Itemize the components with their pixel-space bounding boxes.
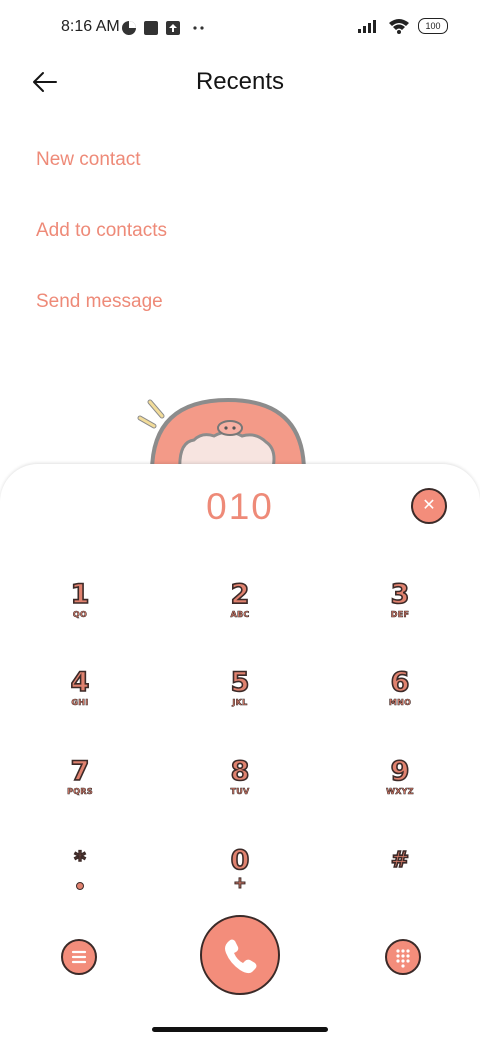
- key-digit: 6: [390, 667, 410, 699]
- key-2[interactable]: 2 ABC: [190, 579, 290, 652]
- key-letters: GHI: [71, 698, 89, 708]
- key-digit: 1: [70, 579, 90, 611]
- key-5[interactable]: 5 JKL: [190, 667, 290, 740]
- key-hash[interactable]: #: [350, 846, 450, 918]
- menu-button[interactable]: [61, 939, 97, 975]
- key-4[interactable]: 4 GHI: [30, 667, 130, 740]
- key-digit: 5: [230, 667, 250, 699]
- pig-illustration: [137, 397, 307, 472]
- key-digit: *: [73, 847, 86, 874]
- key-letters: TUV: [230, 787, 250, 797]
- dialed-number[interactable]: 010: [0, 486, 480, 528]
- wifi-icon: [389, 19, 409, 34]
- key-0[interactable]: 0 +: [190, 845, 290, 918]
- status-time: 8:16 AM: [61, 18, 120, 35]
- key-letters: MNO: [388, 698, 412, 708]
- more-notifications-icon: [193, 26, 204, 30]
- key-digit: 9: [390, 756, 410, 788]
- key-letters: WXYZ: [386, 787, 414, 797]
- key-7[interactable]: 7 PQRS: [30, 756, 130, 829]
- data-saver-icon: [122, 21, 136, 35]
- home-indicator[interactable]: [152, 1027, 328, 1032]
- key-digit: #: [390, 847, 410, 874]
- status-bar: 8:16 AM 100: [0, 0, 480, 56]
- key-digit: 8: [230, 756, 250, 788]
- dialer-panel: 010 ✕ 1 QO 2 ABC 3 DEF 4 GHI 5 JKL 6 MNO…: [0, 464, 480, 1040]
- key-6[interactable]: 6 MNO: [350, 667, 450, 740]
- send-message-link[interactable]: Send message: [36, 291, 163, 313]
- key-letters: QO: [72, 610, 88, 620]
- keypad-toggle-button[interactable]: [385, 939, 421, 975]
- key-letters: DEF: [390, 610, 410, 620]
- clear-button[interactable]: ✕: [411, 488, 447, 524]
- key-star[interactable]: *: [30, 846, 130, 918]
- upload-notification-icon: [166, 21, 180, 35]
- phone-icon: [225, 939, 257, 974]
- keypad-icon: [396, 949, 410, 968]
- add-to-contacts-link[interactable]: Add to contacts: [36, 220, 167, 242]
- key-letters: PQRS: [67, 787, 93, 797]
- key-letters: JKL: [232, 698, 248, 708]
- key-3[interactable]: 3 DEF: [350, 579, 450, 652]
- status-right: 100: [358, 18, 448, 34]
- header: Recents: [0, 56, 480, 108]
- key-1[interactable]: 1 QO: [30, 579, 130, 652]
- key-digit: 7: [70, 756, 90, 788]
- key-digit: 3: [390, 579, 410, 611]
- key-letters: ABC: [230, 610, 250, 620]
- battery-icon: 100: [418, 18, 448, 34]
- menu-icon: [71, 950, 87, 964]
- page-title: Recents: [195, 68, 285, 95]
- clear-icon: ✕: [422, 497, 436, 514]
- square-notification-icon: [144, 21, 158, 35]
- key-8[interactable]: 8 TUV: [190, 756, 290, 829]
- key-dot: [76, 882, 84, 890]
- key-9[interactable]: 9 WXYZ: [350, 756, 450, 829]
- key-digit: 0: [230, 845, 250, 877]
- signal-icon: [358, 20, 376, 33]
- new-contact-link[interactable]: New contact: [36, 149, 141, 171]
- key-digit: 4: [70, 667, 90, 699]
- key-letters: +: [233, 873, 247, 892]
- call-button[interactable]: [200, 915, 280, 995]
- key-digit: 2: [230, 579, 250, 611]
